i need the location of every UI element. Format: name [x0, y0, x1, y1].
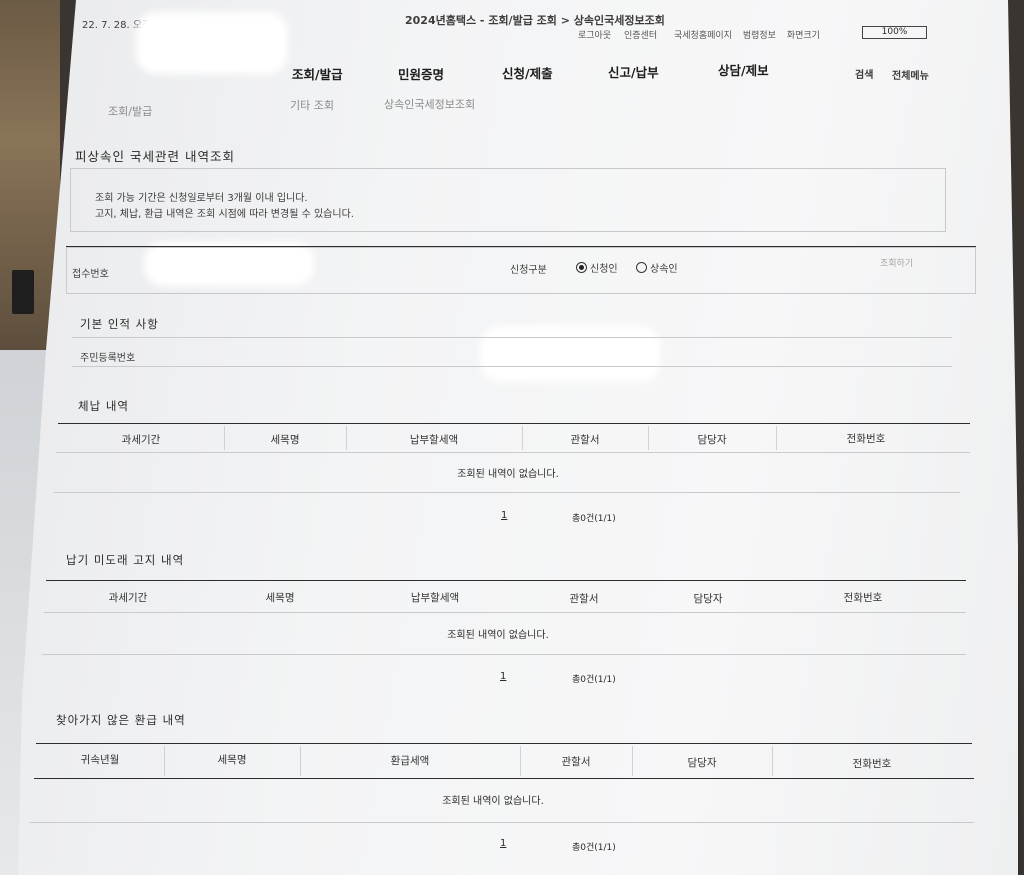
request-type-label: 신청구분: [510, 265, 547, 276]
redaction-mark: [142, 18, 282, 68]
document-title: 2024년홈택스 - 조회/발급 조회 > 상속인국세정보조회: [405, 14, 665, 27]
nav-report-pay[interactable]: 신고/납부: [608, 62, 659, 81]
column-header: 환급세액: [390, 755, 430, 767]
empty-message: 조회된 내역이 없습니다.: [457, 469, 559, 480]
nav-consult[interactable]: 상담/제보: [718, 60, 769, 79]
radio-selected-icon: [576, 262, 587, 273]
empty-message: 조회된 내역이 없습니다.: [442, 796, 544, 807]
zoom-level[interactable]: 100%: [862, 26, 927, 39]
column-header: 세목명: [270, 434, 300, 446]
column-header: 과세기간: [108, 592, 148, 604]
notice-line: 조회 가능 기간은 신청일로부터 3개월 이내 입니다.: [95, 193, 308, 204]
column-header: 전화번호: [852, 758, 892, 770]
column-header: 관할서: [561, 756, 591, 768]
column-header: 귀속년월: [80, 754, 120, 766]
redaction-mark: [486, 332, 654, 376]
logout-link[interactable]: 로그아웃: [578, 31, 611, 41]
column-header: 관할서: [570, 434, 600, 446]
column-header: 전화번호: [843, 592, 883, 604]
rrn-label: 주민등록번호: [80, 353, 136, 364]
page-link[interactable]: 1: [500, 671, 506, 682]
section-title-upcoming: 납기 미도래 고지 내역: [66, 553, 185, 567]
page-link[interactable]: 1: [501, 510, 507, 521]
utility-links: 로그아웃 인증센터 국세청홈페이지 범령정보 화면크기: [578, 28, 820, 41]
breadcrumb-item[interactable]: 조회/발급: [108, 103, 152, 119]
column-header: 납부할세액: [409, 434, 459, 446]
background-object: [12, 270, 34, 314]
empty-message: 조회된 내역이 없습니다.: [447, 630, 549, 641]
breadcrumb-item[interactable]: 기타 조회: [290, 97, 334, 113]
basic-info-title: 기본 인적 사항: [80, 317, 159, 331]
nts-home-link[interactable]: 국세청홈페이지: [674, 31, 732, 41]
total-count: 총0건(1/1): [572, 843, 616, 853]
column-header: 세목명: [265, 592, 295, 604]
notice-line: 고지, 체납, 환급 내역은 조회 시점에 따라 변경될 수 있습니다.: [95, 209, 354, 220]
page-link[interactable]: 1: [500, 838, 506, 849]
page-title: 피상속인 국세관련 내역조회: [75, 149, 235, 164]
cert-center-link[interactable]: 인증센터: [624, 31, 657, 41]
column-header: 세목명: [217, 754, 247, 766]
section-title-arrears: 체납 내역: [78, 399, 129, 413]
law-info-link[interactable]: 범령정보: [743, 31, 776, 41]
breadcrumb-item[interactable]: 상속인국세정보조회: [384, 96, 475, 112]
total-count: 총0건(1/1): [572, 514, 616, 524]
search-link[interactable]: 검색: [855, 66, 873, 81]
total-count: 총0건(1/1): [572, 675, 616, 685]
radio-applicant[interactable]: 신청인: [576, 260, 618, 275]
column-header: 담당자: [687, 757, 717, 769]
section-title-refund: 찾아가지 않은 환급 내역: [56, 713, 186, 727]
radio-empty-icon: [636, 262, 647, 273]
receipt-number-label: 접수번호: [72, 269, 109, 280]
column-header: 전화번호: [846, 433, 886, 445]
column-header: 과세기간: [121, 434, 161, 446]
nav-apply-submit[interactable]: 신청/제출: [502, 63, 553, 82]
column-header: 담당자: [693, 593, 723, 605]
nav-inquiry[interactable]: 조회/발급: [292, 64, 343, 83]
nav-civil-cert[interactable]: 민원증명: [398, 64, 444, 83]
inquiry-button[interactable]: 조회하기: [880, 256, 913, 269]
all-menu-link[interactable]: 전체메뉴: [892, 67, 929, 82]
column-header: 납부할세액: [410, 592, 460, 604]
column-header: 관할서: [569, 593, 599, 605]
radio-heir[interactable]: 상속인: [636, 260, 678, 275]
column-header: 담당자: [697, 434, 727, 446]
screen-size-label: 화면크기: [786, 31, 820, 41]
